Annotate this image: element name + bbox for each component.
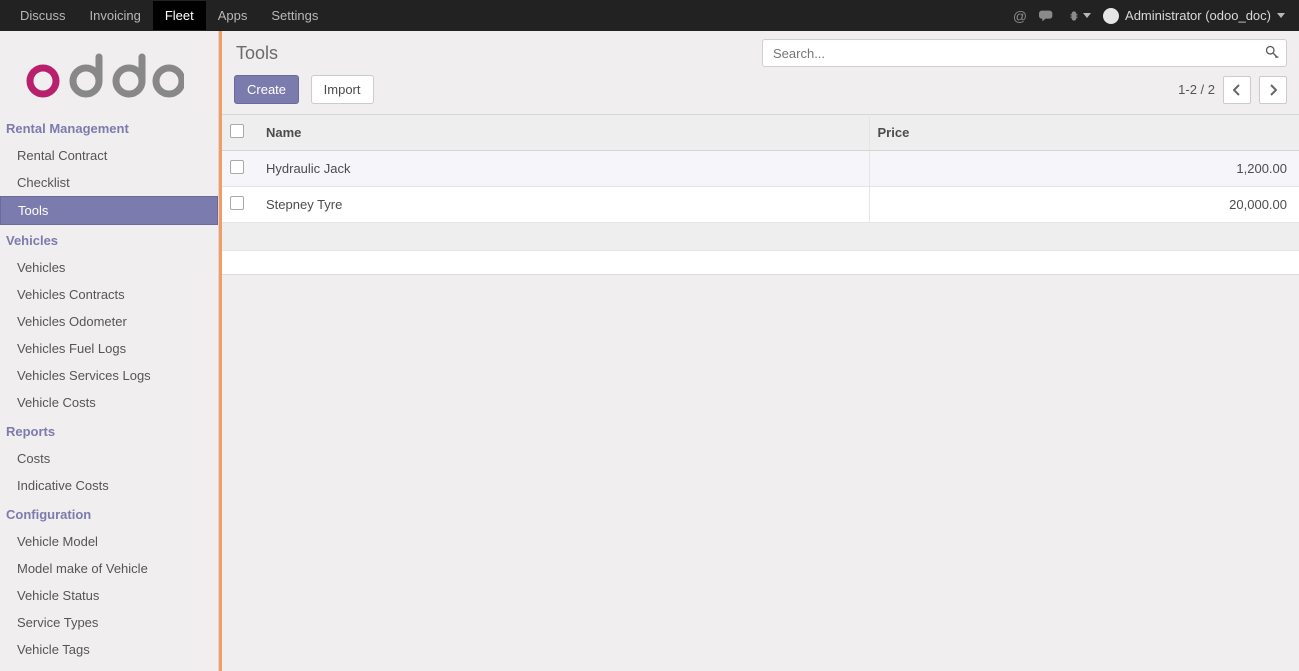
topnav-settings[interactable]: Settings xyxy=(259,1,330,30)
page-title: Tools xyxy=(234,43,278,64)
cell-name: Stepney Tyre xyxy=(258,187,869,223)
sidebar-item-vehicles-odometer[interactable]: Vehicles Odometer xyxy=(0,308,218,335)
main-content: Tools Create Import 1-2 / 2 xyxy=(219,31,1299,671)
user-display: Administrator (odoo_doc) xyxy=(1125,8,1271,23)
search-box xyxy=(762,39,1287,67)
sidebar-footer: Powered by Odoo xyxy=(0,663,218,671)
sidebar-item-costs[interactable]: Costs xyxy=(0,445,218,472)
topnav-right: @ Administrator (odoo_doc) xyxy=(1013,8,1291,24)
sidebar-item-rental-contract[interactable]: Rental Contract xyxy=(0,142,218,169)
sidebar-item-indicative-costs[interactable]: Indicative Costs xyxy=(0,472,218,499)
import-button[interactable]: Import xyxy=(311,75,374,104)
sidebar-item-vehicle-model[interactable]: Vehicle Model xyxy=(0,528,218,555)
avatar-icon xyxy=(1103,8,1119,24)
sidebar-item-service-types[interactable]: Service Types xyxy=(0,609,218,636)
cell-price: 20,000.00 xyxy=(869,187,1299,223)
pager-text: 1-2 / 2 xyxy=(1178,82,1215,97)
row-checkbox[interactable] xyxy=(230,160,244,174)
chevron-down-icon xyxy=(1277,13,1285,18)
section-vehicles[interactable]: Vehicles xyxy=(0,225,218,254)
user-menu[interactable]: Administrator (odoo_doc) xyxy=(1103,8,1285,24)
section-reports[interactable]: Reports xyxy=(0,416,218,445)
control-panel: Tools Create Import 1-2 / 2 xyxy=(222,31,1299,114)
sidebar-item-checklist[interactable]: Checklist xyxy=(0,169,218,196)
below-table-area xyxy=(222,251,1299,275)
search-input[interactable] xyxy=(762,39,1287,67)
sidebar-item-vehicle-tags[interactable]: Vehicle Tags xyxy=(0,636,218,663)
topnav-apps[interactable]: Apps xyxy=(206,1,260,30)
cell-name: Hydraulic Jack xyxy=(258,151,869,187)
sidebar: Rental Management Rental Contract Checkl… xyxy=(0,31,219,671)
topnav-fleet[interactable]: Fleet xyxy=(153,1,206,30)
chat-icon[interactable] xyxy=(1039,9,1055,23)
sidebar-item-vehicle-status[interactable]: Vehicle Status xyxy=(0,582,218,609)
sidebar-item-vehicles-services-logs[interactable]: Vehicles Services Logs xyxy=(0,362,218,389)
cell-price: 1,200.00 xyxy=(869,151,1299,187)
debug-icon[interactable] xyxy=(1067,9,1091,23)
list-view: Name Price Hydraulic Jack 1,200.00 Stepn… xyxy=(222,114,1299,275)
search-icon[interactable] xyxy=(1264,44,1279,62)
sidebar-item-vehicles-fuel-logs[interactable]: Vehicles Fuel Logs xyxy=(0,335,218,362)
buttons-left: Create Import xyxy=(234,75,374,104)
pager-prev-button[interactable] xyxy=(1223,76,1251,104)
header-name[interactable]: Name xyxy=(258,115,869,151)
sidebar-item-vehicles[interactable]: Vehicles xyxy=(0,254,218,281)
topnav-invoicing[interactable]: Invoicing xyxy=(78,1,153,30)
sidebar-item-vehicle-costs[interactable]: Vehicle Costs xyxy=(0,389,218,416)
sidebar-item-model-make[interactable]: Model make of Vehicle xyxy=(0,555,218,582)
table-row[interactable]: Stepney Tyre 20,000.00 xyxy=(222,187,1299,223)
mention-icon[interactable]: @ xyxy=(1013,8,1027,24)
create-button[interactable]: Create xyxy=(234,75,299,104)
topnav-discuss[interactable]: Discuss xyxy=(8,1,78,30)
logo xyxy=(0,43,218,113)
table-row[interactable]: Hydraulic Jack 1,200.00 xyxy=(222,151,1299,187)
table-footer-spacer xyxy=(222,223,1299,251)
sidebar-item-tools[interactable]: Tools xyxy=(0,196,218,225)
topnav-left: Discuss Invoicing Fleet Apps Settings xyxy=(8,1,330,30)
sidebar-item-vehicles-contracts[interactable]: Vehicles Contracts xyxy=(0,281,218,308)
header-price[interactable]: Price xyxy=(869,115,1299,151)
table-header-row: Name Price xyxy=(222,115,1299,151)
section-configuration[interactable]: Configuration xyxy=(0,499,218,528)
row-checkbox[interactable] xyxy=(230,196,244,210)
select-all-checkbox[interactable] xyxy=(230,124,244,138)
section-rental-management[interactable]: Rental Management xyxy=(0,113,218,142)
pager: 1-2 / 2 xyxy=(1178,76,1287,104)
top-navbar: Discuss Invoicing Fleet Apps Settings @ … xyxy=(0,0,1299,31)
header-checkbox-cell xyxy=(222,115,258,151)
pager-next-button[interactable] xyxy=(1259,76,1287,104)
